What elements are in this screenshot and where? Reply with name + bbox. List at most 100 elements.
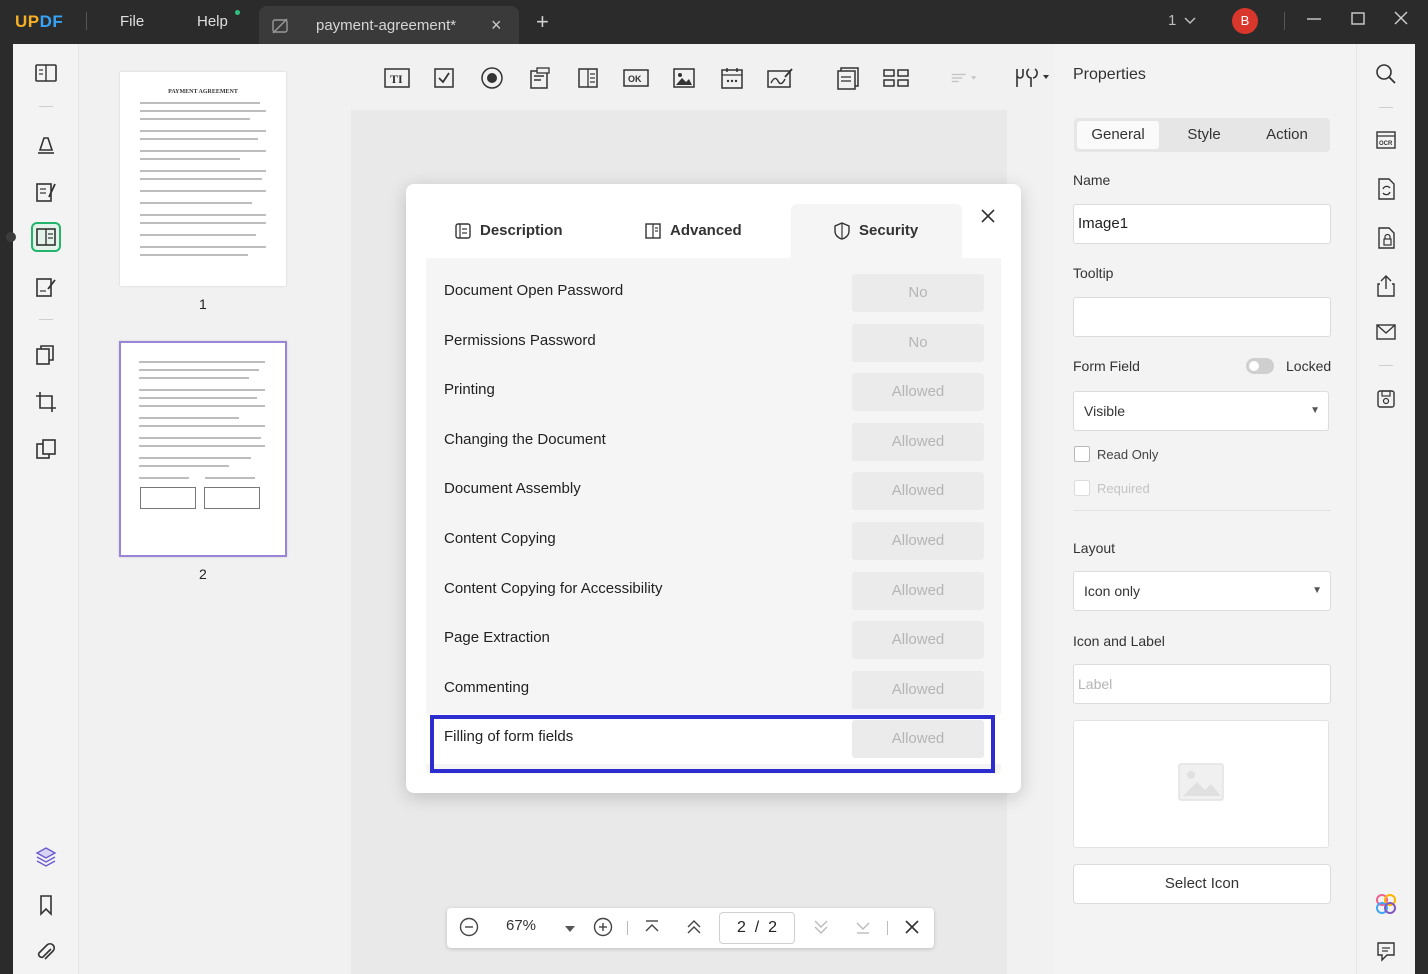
radio-button-tool-icon[interactable] [478,64,506,92]
ai-assistant-icon[interactable] [1373,891,1399,917]
name-label: Name [1073,172,1111,188]
security-row: Document Open Password No [426,268,1001,318]
signature-field-tool-icon[interactable] [766,64,794,92]
read-only-checkbox[interactable] [1074,446,1090,462]
date-field-tool-icon[interactable] [718,64,746,92]
menu-file[interactable]: File [120,13,144,30]
dialog-close-icon[interactable] [978,206,998,226]
ocr-icon[interactable]: OCR [1373,126,1399,152]
page-separator: / [754,919,760,936]
checkbox-tool-icon[interactable] [430,64,458,92]
svg-text:OK: OK [628,74,642,84]
security-row-value: Allowed [852,572,984,610]
fill-sign-icon[interactable] [33,274,59,300]
grid-layout-icon[interactable] [882,64,910,92]
document-tab[interactable]: payment-agreement* × [259,6,519,44]
layers-icon[interactable] [33,844,59,870]
attachment-icon[interactable] [33,940,59,966]
read-only-label: Read Only [1097,447,1159,462]
zoom-out-icon[interactable] [459,917,479,941]
previous-page-icon[interactable] [685,917,703,941]
name-input[interactable]: Image1 [1073,204,1331,244]
tab-description[interactable]: Description [454,204,604,258]
last-page-icon[interactable] [854,917,872,941]
tab-style[interactable]: Style [1163,121,1245,149]
text-field-icon[interactable]: TI [383,64,411,92]
form-field-label: Form Field [1073,358,1140,374]
bookmark-icon[interactable] [33,892,59,918]
tooltip-input[interactable] [1073,297,1331,337]
security-row-label: Content Copying [444,530,556,547]
align-dropdown-icon[interactable] [950,64,978,92]
thumbnail-page-number: 1 [199,296,207,312]
dropdown-tool-icon[interactable] [526,64,554,92]
layout-label: Layout [1073,540,1116,556]
search-icon[interactable] [1373,61,1399,87]
user-avatar[interactable]: B [1232,8,1258,34]
properties-divider [1073,510,1331,511]
layout-select[interactable]: Icon only ▼ [1073,571,1331,611]
list-box-tool-icon[interactable] [574,64,602,92]
reader-icon[interactable] [33,60,59,86]
properties-tabs: General Style Action [1074,118,1330,152]
security-row-value: Allowed [852,621,984,659]
protect-document-icon[interactable] [1373,225,1399,251]
zoom-level[interactable]: 67% [506,917,536,934]
tab-advanced[interactable]: Advanced [644,204,784,258]
menu-help[interactable]: Help [197,13,228,30]
page-number-box[interactable]: 2 / 2 [719,912,795,944]
image-field-tool-icon[interactable] [670,64,698,92]
required-checkbox[interactable] [1074,480,1090,496]
visibility-select[interactable]: Visible ▼ [1073,391,1329,431]
properties-panel: Properties General Style Action Name Ima… [1054,44,1356,974]
window-selector[interactable]: 1 [1168,12,1196,29]
locked-toggle[interactable] [1246,358,1274,374]
form-fields-list-icon[interactable] [834,64,862,92]
thumbnail-heading: PAYMENT AGREEMENT [168,89,238,95]
minimize-icon[interactable] [1305,9,1323,32]
app-logo[interactable]: UPDF [15,12,63,32]
comment-highlighter-icon[interactable] [33,131,59,157]
security-row: Document Assembly Allowed [426,466,1001,516]
convert-document-icon[interactable] [1373,176,1399,202]
save-icon[interactable] [1373,386,1399,412]
shield-icon [833,222,851,240]
page-navigation-bar: 67% 2 / 2 [447,908,934,948]
edit-pdf-icon[interactable] [33,179,59,205]
security-row: Permissions Password No [426,318,1001,368]
tab-close-icon[interactable]: × [491,15,502,36]
security-row: Commenting Allowed [426,665,1001,715]
tab-security[interactable]: Security [791,204,962,258]
crop-icon[interactable] [33,389,59,415]
first-page-icon[interactable] [643,917,661,941]
new-tab-button[interactable]: + [536,9,549,35]
tab-action[interactable]: Action [1246,121,1328,149]
security-row: Printing Allowed [426,367,1001,417]
maximize-icon[interactable] [1349,9,1367,32]
zoom-dropdown-caret-icon[interactable] [565,920,575,937]
tools-dropdown-icon[interactable] [1012,64,1052,92]
organize-pages-icon[interactable] [33,342,59,368]
title-bar: UPDF File Help payment-agreement* × + 1 … [0,0,1428,44]
close-navigation-icon[interactable] [903,917,921,941]
zoom-in-icon[interactable] [593,917,613,941]
page-thumbnail-2[interactable] [119,341,287,557]
share-icon[interactable] [1373,273,1399,299]
comment-panel-icon[interactable] [1373,938,1399,964]
tab-description-label: Description [480,222,563,239]
window-close-icon[interactable] [1392,9,1410,32]
page-thumbnail-1[interactable]: PAYMENT AGREEMENT [120,72,286,286]
form-tool-icon[interactable] [31,222,61,252]
label-input[interactable]: Label [1073,664,1331,704]
security-row-value: No [852,274,984,312]
convert-icon[interactable] [33,436,59,462]
advanced-book-icon [644,222,662,240]
next-page-icon[interactable] [812,917,830,941]
tab-general[interactable]: General [1077,121,1159,149]
email-icon[interactable] [1373,319,1399,345]
help-notification-dot [235,10,240,15]
select-icon-button[interactable]: Select Icon [1073,864,1331,904]
highlight-frame [430,715,995,773]
edit-off-icon [271,17,289,40]
button-tool-icon[interactable]: OK [622,64,650,92]
